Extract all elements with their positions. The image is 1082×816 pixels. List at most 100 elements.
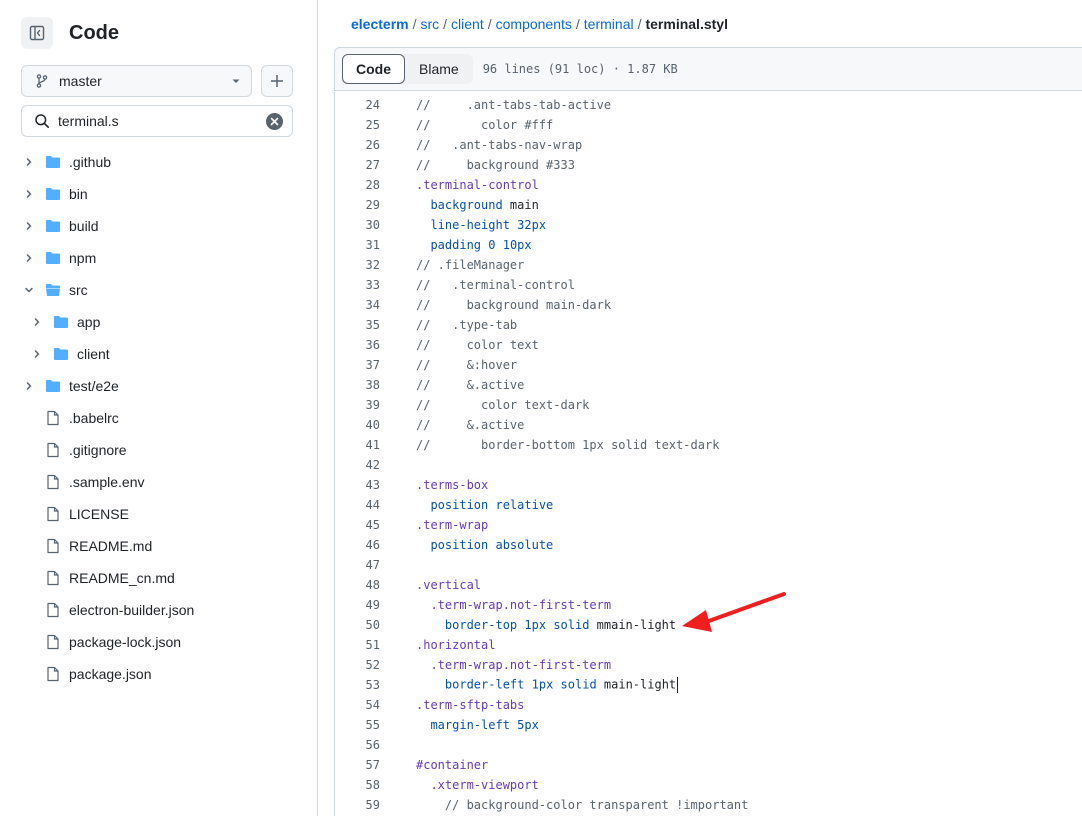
- code-text: // &:hover: [416, 358, 517, 372]
- line-number[interactable]: 24: [335, 98, 380, 112]
- line-number[interactable]: 26: [335, 138, 380, 152]
- line-number[interactable]: 54: [335, 698, 380, 712]
- chevron-right-icon[interactable]: [21, 250, 37, 266]
- line-number[interactable]: 37: [335, 358, 380, 372]
- chevron-right-icon[interactable]: [21, 378, 37, 394]
- code-token: margin-left: [430, 718, 510, 732]
- tree-item-label: .sample.env: [69, 474, 145, 490]
- breadcrumb-link[interactable]: terminal: [584, 16, 634, 32]
- code-line: 28 .terminal-control: [335, 175, 1082, 195]
- line-number[interactable]: 47: [335, 558, 380, 572]
- breadcrumb-link[interactable]: client: [451, 16, 484, 32]
- line-number[interactable]: 30: [335, 218, 380, 232]
- chevron-right-icon[interactable]: [21, 154, 37, 170]
- line-number[interactable]: 43: [335, 478, 380, 492]
- tree-file-item[interactable]: package-lock.json: [0, 626, 317, 658]
- line-number[interactable]: 35: [335, 318, 380, 332]
- tree-item-label: LICENSE: [69, 506, 129, 522]
- code-text: // .ant-tabs-tab-active: [416, 98, 611, 112]
- line-number[interactable]: 39: [335, 398, 380, 412]
- add-file-button[interactable]: [261, 65, 293, 97]
- line-number[interactable]: 48: [335, 578, 380, 592]
- line-number[interactable]: 41: [335, 438, 380, 452]
- code-text: position relative: [416, 498, 553, 512]
- code-viewer[interactable]: 24 // .ant-tabs-tab-active 25 // color #fff…: [334, 92, 1082, 816]
- line-number[interactable]: 38: [335, 378, 380, 392]
- line-number[interactable]: 27: [335, 158, 380, 172]
- tree-folder-item[interactable]: bin: [0, 178, 317, 210]
- tree-folder-item[interactable]: src: [0, 274, 317, 306]
- clear-search-button[interactable]: [266, 112, 283, 130]
- tree-file-item[interactable]: .sample.env: [0, 466, 317, 498]
- file-icon: [45, 410, 61, 426]
- branch-selector[interactable]: master: [21, 65, 252, 97]
- line-number[interactable]: 42: [335, 458, 380, 472]
- code-token: .terms-box: [416, 478, 489, 492]
- code-text: // &.active: [416, 378, 524, 392]
- tree-file-item[interactable]: LICENSE: [0, 498, 317, 530]
- code-token: // .ant-tabs-nav-wrap: [416, 138, 583, 152]
- tree-file-item[interactable]: package.json: [0, 658, 317, 690]
- line-number[interactable]: 52: [335, 658, 380, 672]
- code-token: .term-wrap.not-first-term: [430, 658, 612, 672]
- line-number[interactable]: 59: [335, 798, 380, 812]
- code-text: .term-wrap.not-first-term: [416, 658, 611, 672]
- chevron-right-icon[interactable]: [29, 346, 45, 362]
- tree-folder-item[interactable]: npm: [0, 242, 317, 274]
- line-number[interactable]: 31: [335, 238, 380, 252]
- tree-file-item[interactable]: .babelrc: [0, 402, 317, 434]
- code-text: // color text: [416, 338, 539, 352]
- line-number[interactable]: 57: [335, 758, 380, 772]
- breadcrumb-link[interactable]: src: [420, 16, 439, 32]
- code-tab[interactable]: Code: [342, 54, 405, 84]
- chevron-down-icon[interactable]: [21, 282, 37, 298]
- code-line: 36 // color text: [335, 335, 1082, 355]
- blame-tab[interactable]: Blame: [405, 54, 473, 84]
- line-number[interactable]: 51: [335, 638, 380, 652]
- tree-item-label: README.md: [69, 538, 153, 554]
- tree-file-item[interactable]: electron-builder.json: [0, 594, 317, 626]
- code-token: line-height: [430, 218, 510, 232]
- line-number[interactable]: 34: [335, 298, 380, 312]
- line-number[interactable]: 28: [335, 178, 380, 192]
- tree-folder-item[interactable]: .github: [0, 146, 317, 178]
- line-number[interactable]: 44: [335, 498, 380, 512]
- sidebar-header: Code: [21, 17, 119, 49]
- line-number[interactable]: 58: [335, 778, 380, 792]
- tree-file-item[interactable]: README_cn.md: [0, 562, 317, 594]
- line-number[interactable]: 36: [335, 338, 380, 352]
- line-number[interactable]: 29: [335, 198, 380, 212]
- line-number[interactable]: 46: [335, 538, 380, 552]
- tree-file-item[interactable]: README.md: [0, 530, 317, 562]
- line-number[interactable]: 25: [335, 118, 380, 132]
- chevron-right-icon[interactable]: [21, 186, 37, 202]
- line-number[interactable]: 53: [335, 678, 380, 692]
- chevron-right-icon[interactable]: [29, 314, 45, 330]
- folder-icon: [45, 186, 61, 202]
- line-number[interactable]: 33: [335, 278, 380, 292]
- tree-folder-item[interactable]: test/e2e: [0, 370, 317, 402]
- tree-folder-item[interactable]: build: [0, 210, 317, 242]
- line-number[interactable]: 32: [335, 258, 380, 272]
- line-number[interactable]: 55: [335, 718, 380, 732]
- line-number[interactable]: 49: [335, 598, 380, 612]
- tree-file-item[interactable]: .gitignore: [0, 434, 317, 466]
- code-text: // .type-tab: [416, 318, 517, 332]
- breadcrumb-link[interactable]: components: [496, 16, 572, 32]
- tree-folder-item[interactable]: client: [0, 338, 317, 370]
- line-number[interactable]: 56: [335, 738, 380, 752]
- file-search-input[interactable]: [58, 113, 266, 129]
- line-number[interactable]: 45: [335, 518, 380, 532]
- code-line: 30 line-height 32px: [335, 215, 1082, 235]
- line-number[interactable]: 40: [335, 418, 380, 432]
- line-number[interactable]: 50: [335, 618, 380, 632]
- code-token: // .fileManager: [416, 258, 525, 272]
- breadcrumb-link[interactable]: electerm: [351, 16, 409, 32]
- chevron-right-icon[interactable]: [21, 218, 37, 234]
- tree-folder-item[interactable]: app: [0, 306, 317, 338]
- tree-item-label: build: [69, 218, 99, 234]
- collapse-sidebar-button[interactable]: [21, 17, 53, 49]
